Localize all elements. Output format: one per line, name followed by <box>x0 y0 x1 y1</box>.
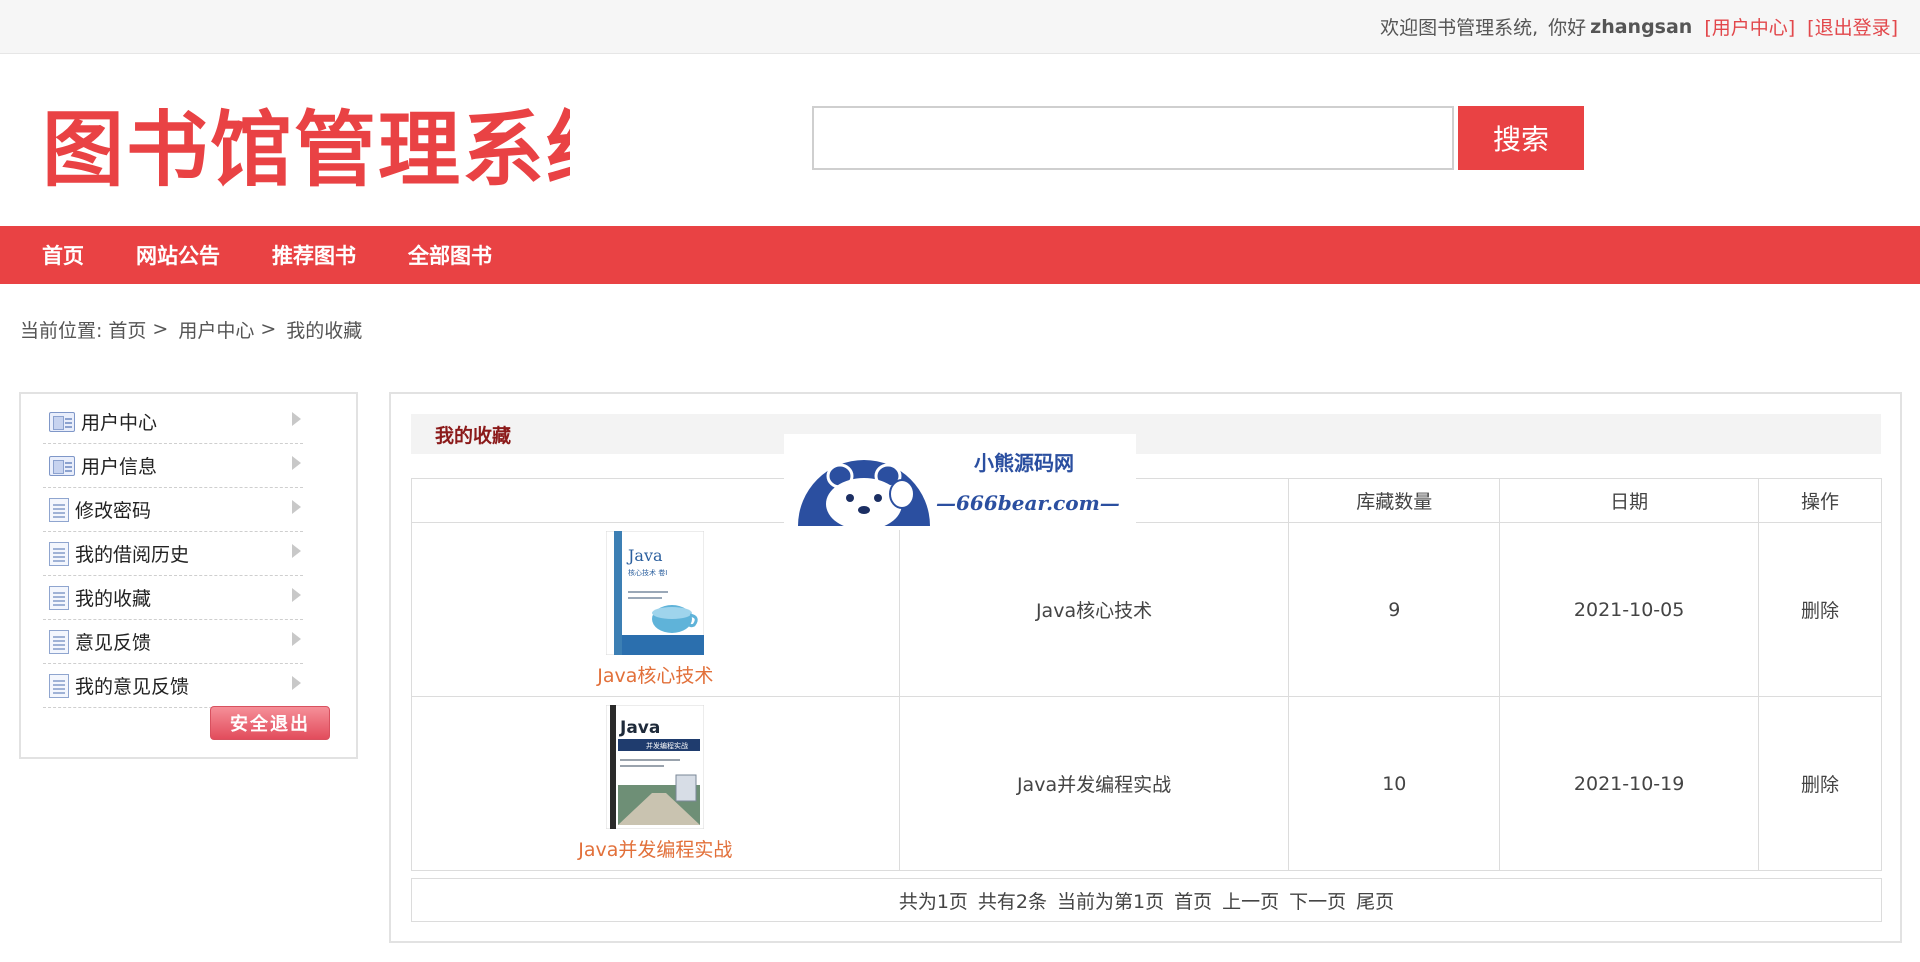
column-header-action: 操作 <box>1758 478 1882 523</box>
breadcrumb-separator: > <box>152 318 169 340</box>
main-nav: 首页 网站公告 推荐图书 全部图书 <box>0 226 1920 284</box>
user-card-icon <box>49 455 75 476</box>
nav-item-announcements[interactable]: 网站公告 <box>136 240 220 270</box>
document-icon <box>49 629 69 654</box>
chevron-right-icon <box>292 676 301 690</box>
pagination: 共为1页 共有2条 当前为第1页 首页 上一页 下一页 尾页 <box>411 878 1882 922</box>
sidebar: 用户中心 用户信息 修改密码 我的借阅历史 我的收藏 意见反馈 我的意见反馈 安… <box>19 392 358 759</box>
watermark-title: 小熊源码网 <box>974 451 1074 475</box>
document-icon <box>49 673 69 698</box>
chevron-right-icon <box>292 632 301 646</box>
top-bar: 欢迎图书管理系统, 你好 zhangsan [用户中心] [退出登录] <box>0 0 1920 54</box>
watermark: 小熊源码网 —666bear.com— <box>784 434 1136 530</box>
column-header-stock: 库藏数量 <box>1288 478 1501 523</box>
date-cell: 2021-10-05 <box>1499 522 1760 697</box>
search-input[interactable] <box>812 106 1454 170</box>
sidebar-item-label: 用户中心 <box>81 412 158 434</box>
panel-title: 我的收藏 <box>411 414 1881 454</box>
pager-total-items: 共有2条 <box>977 890 1048 913</box>
pager-total-pages: 共为1页 <box>898 890 968 913</box>
nav-item-all-books[interactable]: 全部图书 <box>408 240 492 270</box>
delete-action[interactable]: 删除 <box>1758 522 1882 697</box>
table-row: Java 核心技术 卷Ⅰ Java核心技术 Java核心技术 9 2021-10… <box>411 522 1882 697</box>
watermark-domain: —666bear.com— <box>936 491 1120 515</box>
sidebar-item-label: 意见反馈 <box>75 632 152 654</box>
pager-last-link[interactable]: 尾页 <box>1356 887 1394 914</box>
chevron-right-icon <box>292 500 301 514</box>
chevron-right-icon <box>292 588 301 602</box>
book-cover-cell: Java 并发编程实战 Java并发编程实战 <box>411 696 900 871</box>
pager-first-link[interactable]: 首页 <box>1174 887 1212 914</box>
sidebar-item-feedback[interactable]: 意见反馈 <box>43 620 303 664</box>
logo-graphic: 图书馆管理系统 <box>42 103 570 196</box>
sidebar-item-my-feedback[interactable]: 我的意见反馈 <box>43 664 303 708</box>
book-cover-image[interactable]: Java 并发编程实战 <box>606 705 705 829</box>
book-cover-image[interactable]: Java 核心技术 卷Ⅰ <box>606 531 705 655</box>
table-header-row: 库藏数量 日期 操作 <box>411 478 1882 523</box>
user-center-link[interactable]: [用户中心] <box>1704 13 1795 40</box>
bear-logo-icon: 小熊源码网 —666bear.com— <box>798 451 1120 530</box>
pager-next-link[interactable]: 下一页 <box>1289 887 1346 914</box>
book-name-cell: Java核心技术 <box>898 522 1290 697</box>
favorites-panel: 我的收藏 库藏数量 日期 操作 Java 核心技术 卷Ⅰ Java核心技术 Ja… <box>389 392 1902 943</box>
chevron-right-icon <box>292 412 301 426</box>
breadcrumb: 当前位置: 首页 > 用户中心 > 我的收藏 <box>0 284 1920 374</box>
greeting-text: 你好 <box>1548 17 1587 39</box>
book-cover-link[interactable]: Java核心技术 <box>412 661 899 688</box>
breadcrumb-item-favorites: 我的收藏 <box>286 319 363 342</box>
book-cover-java-concurrency: Java 并发编程实战 <box>606 705 705 829</box>
welcome-text: 欢迎图书管理系统, <box>1380 17 1539 39</box>
site-logo[interactable]: 图书馆管理系统 <box>40 96 570 196</box>
user-card-icon <box>49 411 75 432</box>
header: 图书馆管理系统 搜索 <box>0 54 1920 226</box>
sidebar-item-label: 我的意见反馈 <box>75 676 190 698</box>
sidebar-item-favorites[interactable]: 我的收藏 <box>43 576 303 620</box>
stock-cell: 10 <box>1288 696 1501 871</box>
book-name-cell: Java并发编程实战 <box>898 696 1290 871</box>
breadcrumb-item-user-center[interactable]: 用户中心 <box>178 316 254 343</box>
chevron-right-icon <box>292 456 301 470</box>
svg-text:核心技术 卷Ⅰ: 核心技术 卷Ⅰ <box>628 568 667 577</box>
logo-text: 图书馆管理系统 <box>42 103 570 196</box>
pager-current-page: 当前为第1页 <box>1057 890 1165 913</box>
svg-text:Java: Java <box>619 718 660 738</box>
nav-item-recommended[interactable]: 推荐图书 <box>272 240 356 270</box>
nav-item-home[interactable]: 首页 <box>42 240 84 270</box>
document-icon <box>49 497 69 522</box>
breadcrumb-prefix: 当前位置: <box>20 319 103 342</box>
sidebar-item-user-info[interactable]: 用户信息 <box>43 444 303 488</box>
sidebar-item-label: 我的借阅历史 <box>75 544 190 566</box>
favorites-table: 库藏数量 日期 操作 Java 核心技术 卷Ⅰ Java核心技术 Java核心技… <box>411 478 1882 871</box>
sidebar-item-label: 我的收藏 <box>75 588 152 610</box>
chevron-right-icon <box>292 544 301 558</box>
sidebar-item-label: 修改密码 <box>75 500 152 522</box>
table-row: Java 并发编程实战 Java并发编程实战 Java并发编程实战 10 202… <box>411 696 1882 871</box>
stock-cell: 9 <box>1288 522 1501 697</box>
svg-text:Java: Java <box>626 546 663 565</box>
sidebar-item-user-center[interactable]: 用户中心 <box>43 400 303 444</box>
safe-logout-button[interactable]: 安全退出 <box>210 706 330 740</box>
book-cover-link[interactable]: Java并发编程实战 <box>412 835 899 862</box>
pager-prev-link[interactable]: 上一页 <box>1222 887 1279 914</box>
column-header-date: 日期 <box>1499 478 1760 523</box>
sidebar-item-borrow-history[interactable]: 我的借阅历史 <box>43 532 303 576</box>
date-cell: 2021-10-19 <box>1499 696 1760 871</box>
delete-action[interactable]: 删除 <box>1758 696 1882 871</box>
document-icon <box>49 541 69 566</box>
search-button[interactable]: 搜索 <box>1458 106 1584 170</box>
book-cover-cell: Java 核心技术 卷Ⅰ Java核心技术 <box>411 522 900 697</box>
sidebar-item-change-password[interactable]: 修改密码 <box>43 488 303 532</box>
logout-link[interactable]: [退出登录] <box>1807 13 1898 40</box>
document-icon <box>49 585 69 610</box>
sidebar-item-label: 用户信息 <box>81 456 158 478</box>
username: zhangsan <box>1590 15 1693 38</box>
breadcrumb-item-home[interactable]: 首页 <box>108 316 146 343</box>
breadcrumb-separator: > <box>260 318 277 340</box>
svg-text:并发编程实战: 并发编程实战 <box>646 741 688 750</box>
book-cover-java-core: Java 核心技术 卷Ⅰ <box>606 531 705 655</box>
